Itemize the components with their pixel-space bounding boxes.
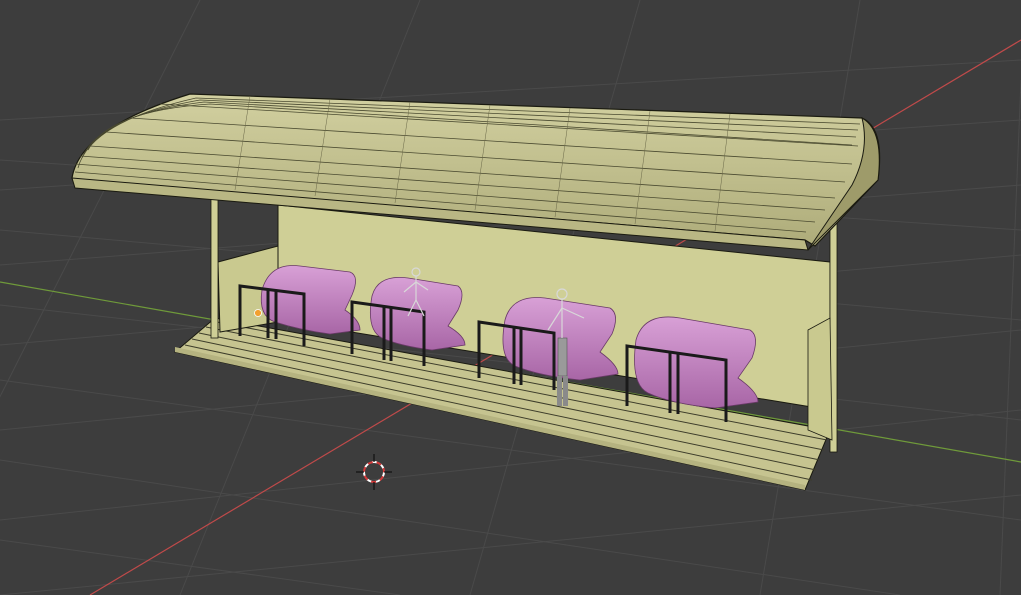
- viewport-canvas[interactable]: [0, 0, 1021, 595]
- light-object-icon[interactable]: [254, 309, 262, 317]
- seat-group-4[interactable]: [634, 316, 759, 409]
- 3d-viewport[interactable]: [0, 0, 1021, 595]
- left-post[interactable]: [210, 187, 219, 339]
- 3d-cursor-icon[interactable]: [356, 454, 392, 490]
- shelter-right-wall[interactable]: [807, 317, 833, 441]
